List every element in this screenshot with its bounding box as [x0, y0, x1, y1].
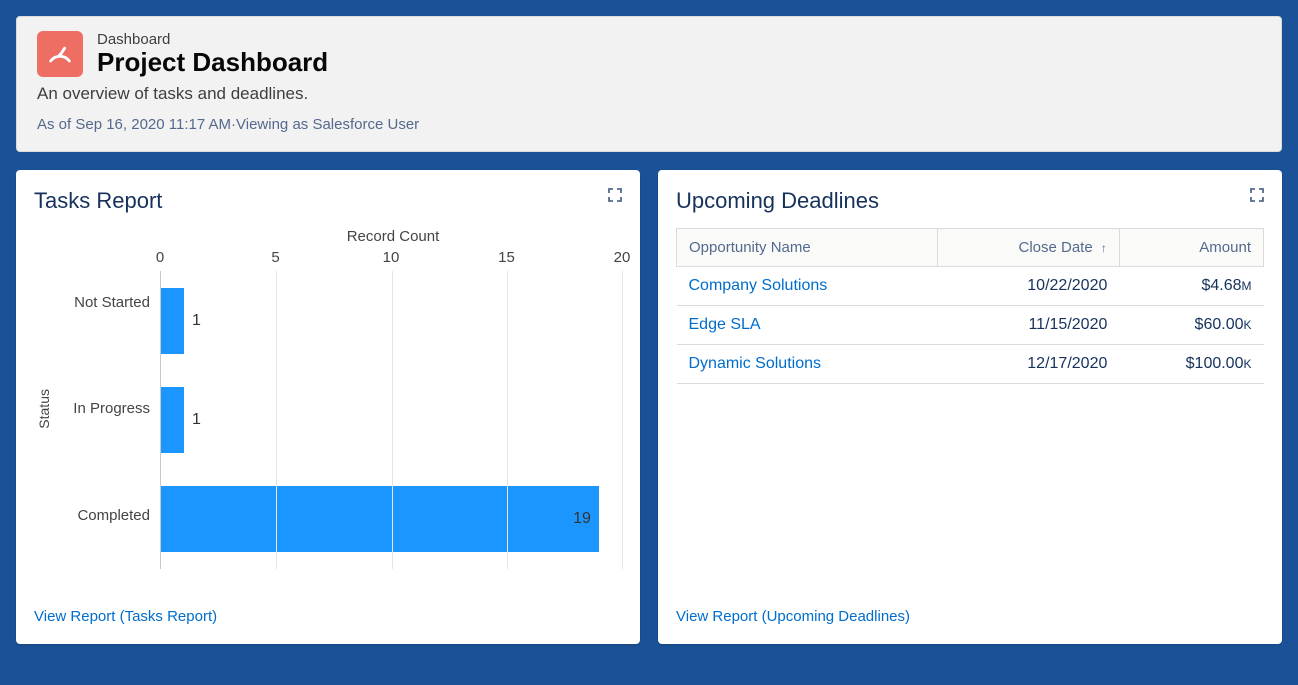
opportunity-link[interactable]: Edge SLA — [677, 305, 938, 344]
col-close-date[interactable]: Close Date ↑ — [938, 228, 1120, 266]
opportunity-link[interactable]: Company Solutions — [677, 266, 938, 305]
deadlines-table: Opportunity Name Close Date ↑ Amount Com… — [676, 228, 1264, 384]
bar-value-label: 19 — [573, 510, 591, 528]
col-close-date-label: Close Date — [1018, 239, 1092, 256]
dashboard-icon — [37, 31, 83, 77]
panels-row: Tasks Report Record Count Status Not Sta… — [16, 170, 1282, 644]
y-category: Completed — [54, 462, 160, 569]
amount-cell: $4.68M — [1119, 266, 1263, 305]
sort-ascending-icon: ↑ — [1101, 241, 1107, 255]
chart-x-title: Record Count — [164, 228, 622, 245]
header-meta: As of Sep 16, 2020 11:17 AM·Viewing as S… — [37, 116, 1261, 133]
plot-area: 1 1 19 — [160, 271, 622, 569]
chart-y-title: Status — [34, 389, 54, 429]
x-tick: 15 — [498, 249, 515, 266]
deadlines-panel: Upcoming Deadlines Opportunity Name Clos… — [658, 170, 1282, 644]
table-row: Dynamic Solutions12/17/2020$100.00K — [677, 344, 1264, 383]
bar-value-label: 1 — [192, 411, 201, 429]
close-date-cell: 12/17/2020 — [938, 344, 1120, 383]
bar[interactable] — [161, 288, 184, 354]
amount-cell: $60.00K — [1119, 305, 1263, 344]
y-category: Not Started — [54, 249, 160, 356]
plot-column: 05101520 1119 — [160, 249, 622, 569]
col-amount[interactable]: Amount — [1119, 228, 1263, 266]
amount-cell: $100.00K — [1119, 344, 1263, 383]
gridline — [507, 271, 508, 569]
x-tick: 0 — [156, 249, 164, 266]
dashboard-header: Dashboard Project Dashboard An overview … — [16, 16, 1282, 152]
x-tick: 20 — [614, 249, 631, 266]
table-row: Edge SLA11/15/2020$60.00K — [677, 305, 1264, 344]
x-tick: 5 — [271, 249, 279, 266]
view-tasks-report-link[interactable]: View Report (Tasks Report) — [34, 608, 217, 625]
page-title: Project Dashboard — [97, 48, 328, 78]
expand-tasks-button[interactable] — [604, 184, 626, 206]
bar[interactable]: 19 — [161, 486, 599, 552]
chart-body: Status Not Started In Progress Completed… — [34, 249, 622, 569]
page-content: Dashboard Project Dashboard An overview … — [0, 0, 1298, 660]
col-opportunity[interactable]: Opportunity Name — [677, 228, 938, 266]
gridline — [392, 271, 393, 569]
deadlines-panel-title: Upcoming Deadlines — [676, 188, 1264, 214]
tasks-chart: Record Count Status Not Started In Progr… — [34, 228, 622, 608]
gridline — [276, 271, 277, 569]
x-tick: 10 — [383, 249, 400, 266]
y-category: In Progress — [54, 356, 160, 463]
close-date-cell: 11/15/2020 — [938, 305, 1120, 344]
tasks-report-panel: Tasks Report Record Count Status Not Sta… — [16, 170, 640, 644]
bar-value-label: 1 — [192, 312, 201, 330]
tasks-panel-title: Tasks Report — [34, 188, 622, 214]
header-description: An overview of tasks and deadlines. — [37, 84, 1261, 104]
expand-deadlines-button[interactable] — [1246, 184, 1268, 206]
view-deadlines-report-link[interactable]: View Report (Upcoming Deadlines) — [676, 608, 910, 625]
header-eyebrow: Dashboard — [97, 31, 328, 48]
table-row: Company Solutions10/22/2020$4.68M — [677, 266, 1264, 305]
gridline — [622, 271, 623, 569]
y-categories: Not Started In Progress Completed — [54, 249, 160, 569]
x-ticks: 05101520 — [160, 249, 622, 271]
opportunity-link[interactable]: Dynamic Solutions — [677, 344, 938, 383]
header-row: Dashboard Project Dashboard — [37, 31, 1261, 78]
bar[interactable] — [161, 387, 184, 453]
close-date-cell: 10/22/2020 — [938, 266, 1120, 305]
header-titles: Dashboard Project Dashboard — [97, 31, 328, 78]
